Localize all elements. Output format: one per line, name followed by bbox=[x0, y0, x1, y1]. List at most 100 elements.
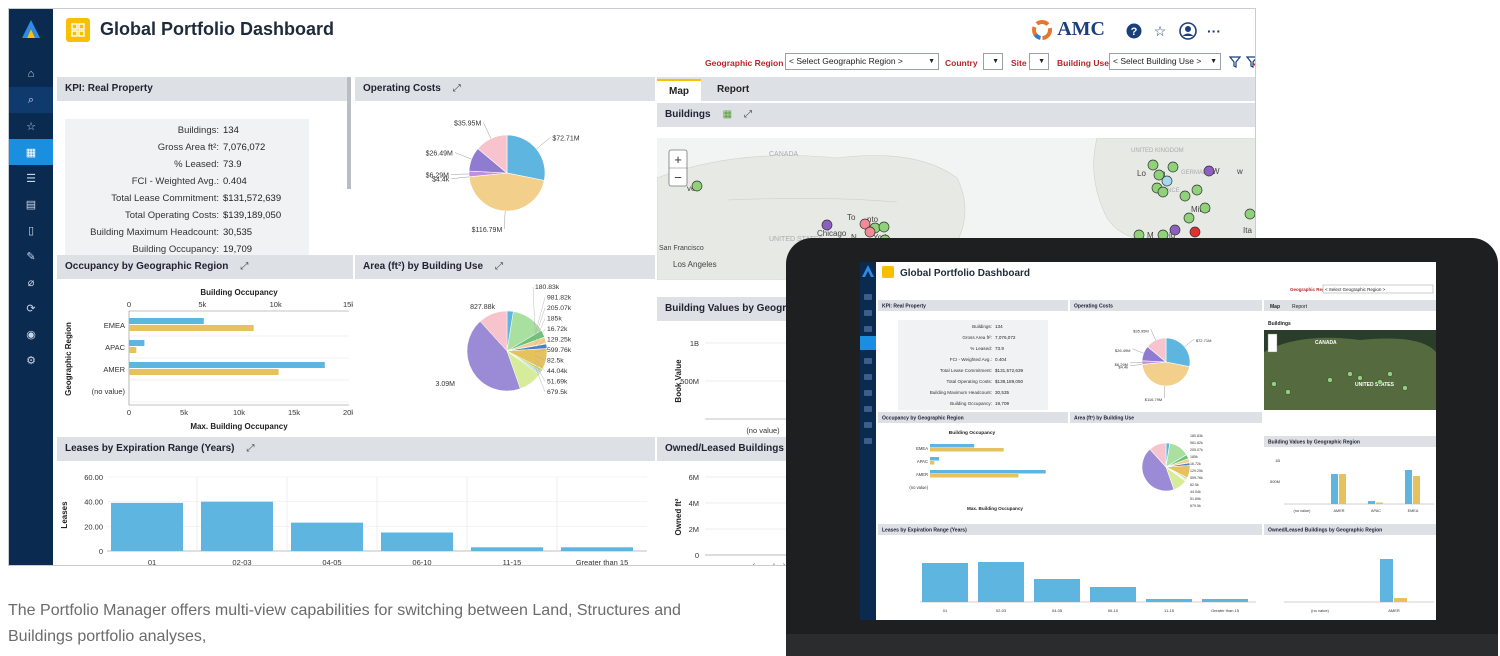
kpi-value: 134 bbox=[223, 125, 239, 136]
mini-category: (no value) bbox=[1311, 608, 1329, 613]
expand-icon[interactable]: ⤢ bbox=[240, 261, 248, 272]
tick-label: 6M bbox=[689, 473, 699, 482]
building-use-select[interactable]: < Select Building Use > ▼ bbox=[1109, 53, 1221, 70]
building-use-filter-label: Building Use bbox=[1057, 58, 1109, 68]
pie-leader bbox=[536, 137, 551, 150]
expand-icon[interactable]: ⤢ bbox=[744, 109, 752, 120]
mini-bar bbox=[930, 457, 940, 461]
mini-pin bbox=[1327, 377, 1333, 383]
buildings-icon[interactable]: ▦ bbox=[9, 139, 53, 165]
mini-category: AMER bbox=[916, 472, 928, 477]
tick-label: 5k bbox=[180, 408, 188, 417]
region-select[interactable]: < Select Geographic Region > ▼ bbox=[785, 53, 939, 70]
mini-kpi-label: % Leased: bbox=[970, 346, 992, 351]
building-pin bbox=[1179, 190, 1191, 202]
tick-label: 0 bbox=[127, 408, 131, 417]
help-icon[interactable]: ? bbox=[1125, 22, 1143, 40]
wrench-icon[interactable]: ✎ bbox=[9, 243, 53, 269]
mini-bar bbox=[1339, 474, 1346, 504]
user-avatar-icon[interactable] bbox=[1179, 22, 1197, 40]
tab-report[interactable]: Report bbox=[717, 79, 749, 101]
operating-costs-pie: $72.71M$116.79M$4.4k$6.29M$26.49M$35.95M bbox=[426, 120, 580, 234]
tick-label: 5k bbox=[198, 300, 206, 309]
filter-icon[interactable] bbox=[1229, 56, 1241, 68]
mini-kpi-value: $131,572,639 bbox=[995, 368, 1024, 373]
city-label: San Francisco bbox=[659, 245, 704, 252]
sync-icon[interactable]: ⟳ bbox=[9, 295, 53, 321]
tick-label: 0 bbox=[99, 547, 103, 556]
mini-tab-map: Map bbox=[1270, 304, 1280, 310]
mini-panel-title: Occupancy by Geographic Region bbox=[882, 416, 964, 422]
kpi-label: Gross Area ft²: bbox=[157, 142, 219, 153]
pie-label: 180.83k bbox=[535, 284, 560, 291]
mini-panel-title: Leases by Expiration Range (Years) bbox=[882, 528, 967, 534]
tab-map[interactable]: Map bbox=[657, 79, 701, 103]
mini-tab-report: Report bbox=[1292, 304, 1308, 310]
mini-chart-title: Building Occupancy bbox=[949, 430, 996, 436]
expand-icon[interactable]: ⤢ bbox=[247, 443, 255, 454]
y-axis-label: Leases bbox=[60, 501, 69, 529]
favorite-star-icon[interactable]: ☆ bbox=[1151, 22, 1169, 40]
search-icon[interactable]: ⌕ bbox=[9, 87, 53, 113]
grid-icon[interactable]: ▤ bbox=[9, 191, 53, 217]
kpi-label: % Leased: bbox=[174, 159, 219, 170]
pie-label: 599.76k bbox=[547, 347, 572, 354]
mini-pie-label: 981.82k bbox=[1190, 441, 1203, 445]
favorites-icon[interactable]: ☆ bbox=[9, 113, 53, 139]
pie-slice bbox=[506, 134, 546, 181]
country-select[interactable]: ▼ bbox=[983, 53, 1003, 70]
tick-label: 10k bbox=[270, 300, 282, 309]
mini-kpi-label: Buildings: bbox=[972, 324, 992, 329]
location-icon[interactable]: ◉ bbox=[9, 321, 53, 347]
mini-bar bbox=[930, 461, 935, 465]
mini-bar bbox=[1331, 474, 1338, 504]
region-filter-label: Geographic Region bbox=[705, 58, 784, 68]
city-label: Lo bbox=[1137, 169, 1146, 178]
kpi-label: FCI - Weighted Avg.: bbox=[131, 176, 219, 187]
mini-bar bbox=[1394, 598, 1407, 602]
pie-label: $116.79M bbox=[472, 227, 503, 234]
page-title: Global Portfolio Dashboard bbox=[100, 19, 335, 39]
expand-icon[interactable]: ⤢ bbox=[495, 261, 503, 272]
site-select[interactable]: ▼ bbox=[1029, 53, 1049, 70]
expand-icon[interactable]: ⤢ bbox=[453, 83, 461, 94]
mini-pie-label: 82.5k bbox=[1190, 483, 1199, 487]
mini-nav-icon bbox=[864, 310, 872, 316]
mini-category: AMER bbox=[1334, 509, 1345, 513]
pie-label: $35.95M bbox=[454, 120, 481, 127]
category-label: 11-15 bbox=[503, 558, 522, 566]
zoom-in-button[interactable]: + bbox=[674, 152, 682, 167]
category-label: 04-05 bbox=[322, 558, 341, 566]
reports-icon[interactable]: ☰ bbox=[9, 165, 53, 191]
layers-icon[interactable]: ▦ bbox=[723, 109, 732, 120]
tag-icon[interactable]: ⌀ bbox=[9, 269, 53, 295]
mini-nav-icon bbox=[864, 422, 872, 428]
country-label: UNITED KINGDOM bbox=[1131, 148, 1184, 154]
building-pin bbox=[821, 219, 833, 231]
building-pin bbox=[1203, 165, 1215, 177]
zoom-out-button[interactable]: − bbox=[674, 170, 682, 185]
mini-kpi-value: 134 bbox=[995, 324, 1003, 329]
mini-tick: 500M bbox=[1270, 479, 1280, 484]
kpi-value: $131,572,639 bbox=[223, 193, 282, 204]
mini-pie-label: 185k bbox=[1190, 455, 1198, 459]
clear-filter-icon[interactable] bbox=[1246, 56, 1256, 68]
bar bbox=[201, 501, 273, 551]
building-pin bbox=[864, 226, 876, 238]
tick-label: 1B bbox=[690, 339, 699, 348]
mini-bar bbox=[1034, 579, 1080, 602]
document-icon[interactable]: ▯ bbox=[9, 217, 53, 243]
laptop-screen: Global Portfolio Dashboard Geographic Reg… bbox=[860, 262, 1436, 620]
kpi-box: Buildings: 134 Gross Area ft²: 7,076,072 %… bbox=[65, 119, 309, 257]
tick-label: 0 bbox=[127, 300, 131, 309]
tick-label: 20.00 bbox=[84, 522, 103, 531]
leases-chart: 0 20.00 40.00 60.00 Leases 01 02-03 04-05 06-10 1… bbox=[60, 473, 647, 566]
more-menu-icon[interactable]: ··· bbox=[1205, 22, 1223, 40]
kpi-scrollbar[interactable] bbox=[347, 77, 351, 189]
settings-icon[interactable]: ⚙ bbox=[9, 347, 53, 373]
tick-label: 0 bbox=[695, 551, 699, 560]
app-logo[interactable] bbox=[9, 9, 53, 49]
mini-bar bbox=[1380, 559, 1393, 602]
operating-costs-header: Operating Costs ⤢ bbox=[355, 77, 655, 101]
home-icon[interactable]: ⌂ bbox=[9, 61, 53, 87]
